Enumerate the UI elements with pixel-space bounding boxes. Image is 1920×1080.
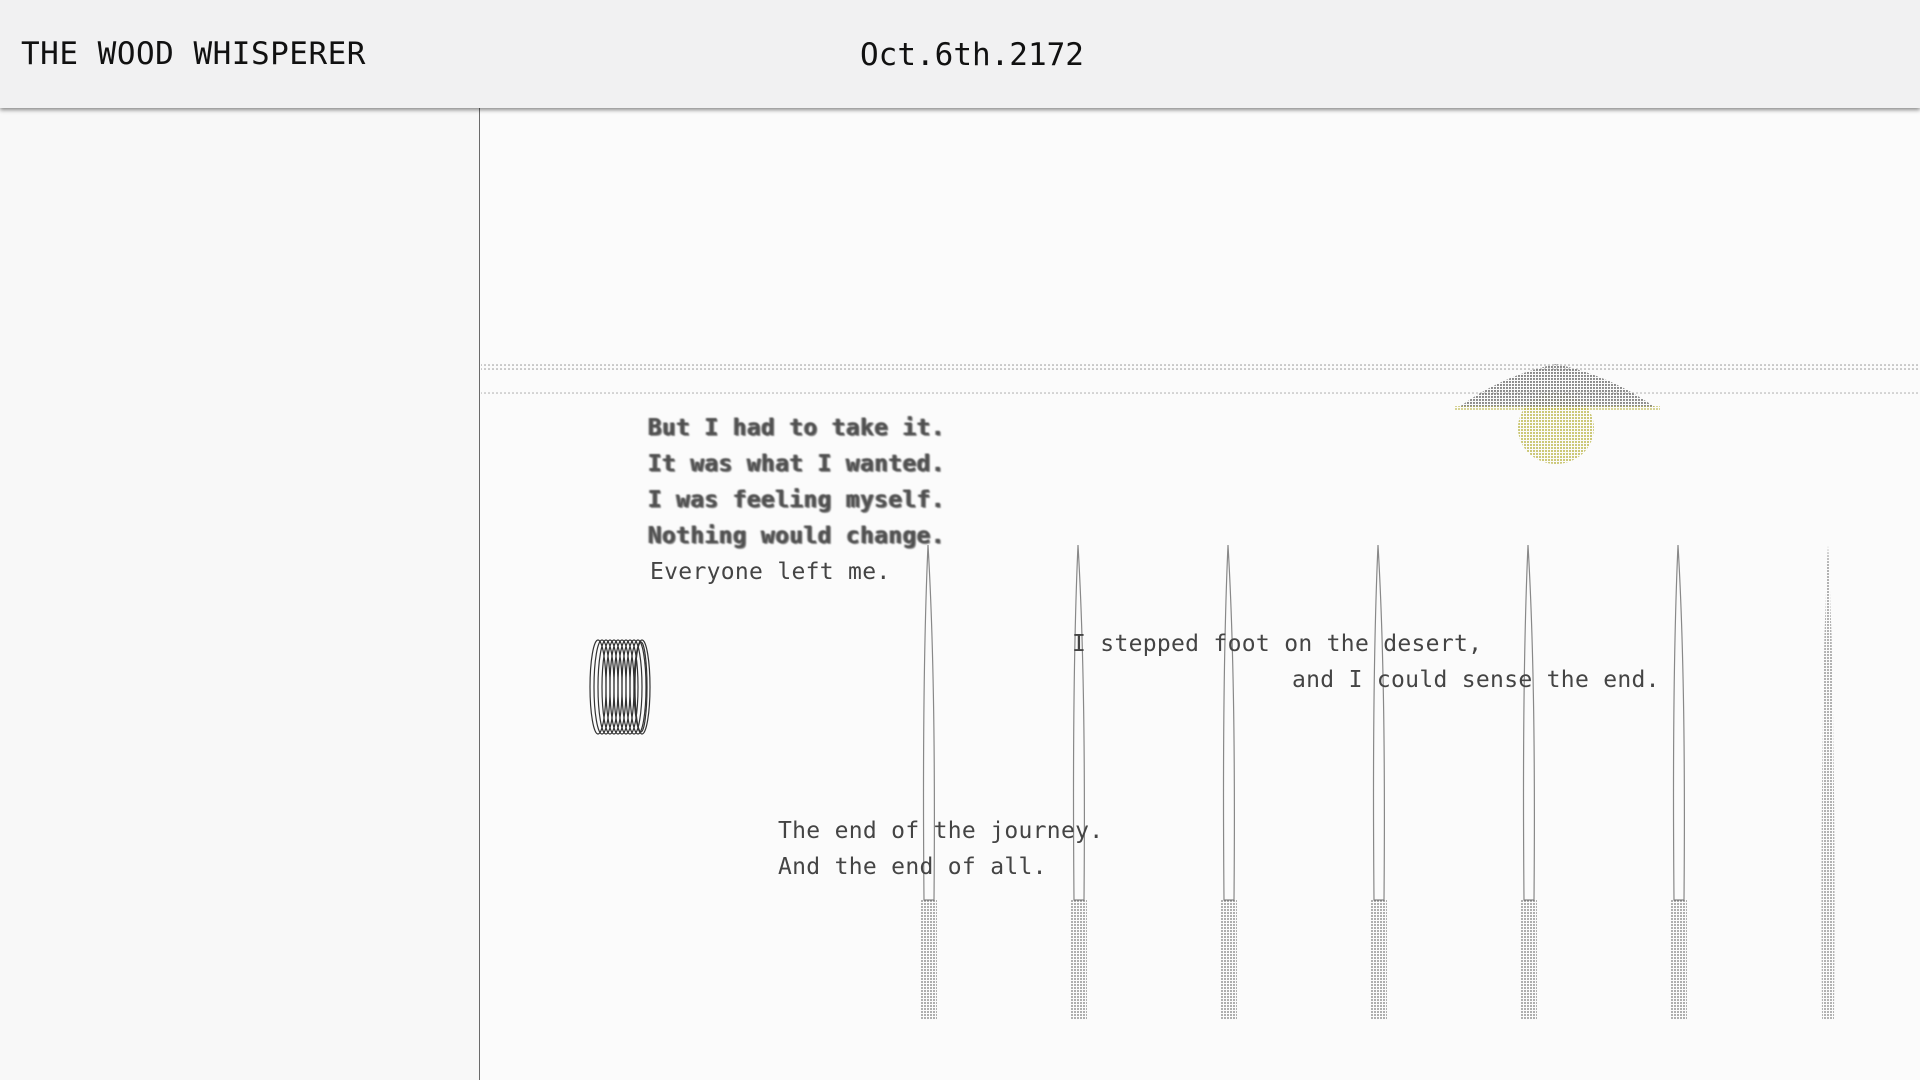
story-line-journey-1: The end of the journey. (778, 818, 1104, 844)
story-line-desert-1: I stepped foot on the desert, (1072, 631, 1483, 657)
app-header: THE WOOD WHISPERER Oct.6th.2172 (0, 0, 1920, 108)
redacted-line-2: It was what I wanted. (648, 451, 946, 477)
redacted-line-3: I was feeling myself. (648, 487, 946, 513)
story-canvas (480, 108, 1920, 1080)
story-line-journey-2: And the end of all. (778, 854, 1047, 880)
sidebar-panel (0, 108, 480, 1080)
story-line-everyone: Everyone left me. (650, 559, 891, 585)
redacted-line-4: Nothing would change. (648, 523, 946, 549)
page-date: Oct.6th.2172 (860, 37, 1084, 73)
story-line-desert-2: and I could sense the end. (1292, 667, 1660, 693)
app-title: THE WOOD WHISPERER (21, 36, 366, 72)
redacted-line-1: But I had to take it. (648, 415, 946, 441)
